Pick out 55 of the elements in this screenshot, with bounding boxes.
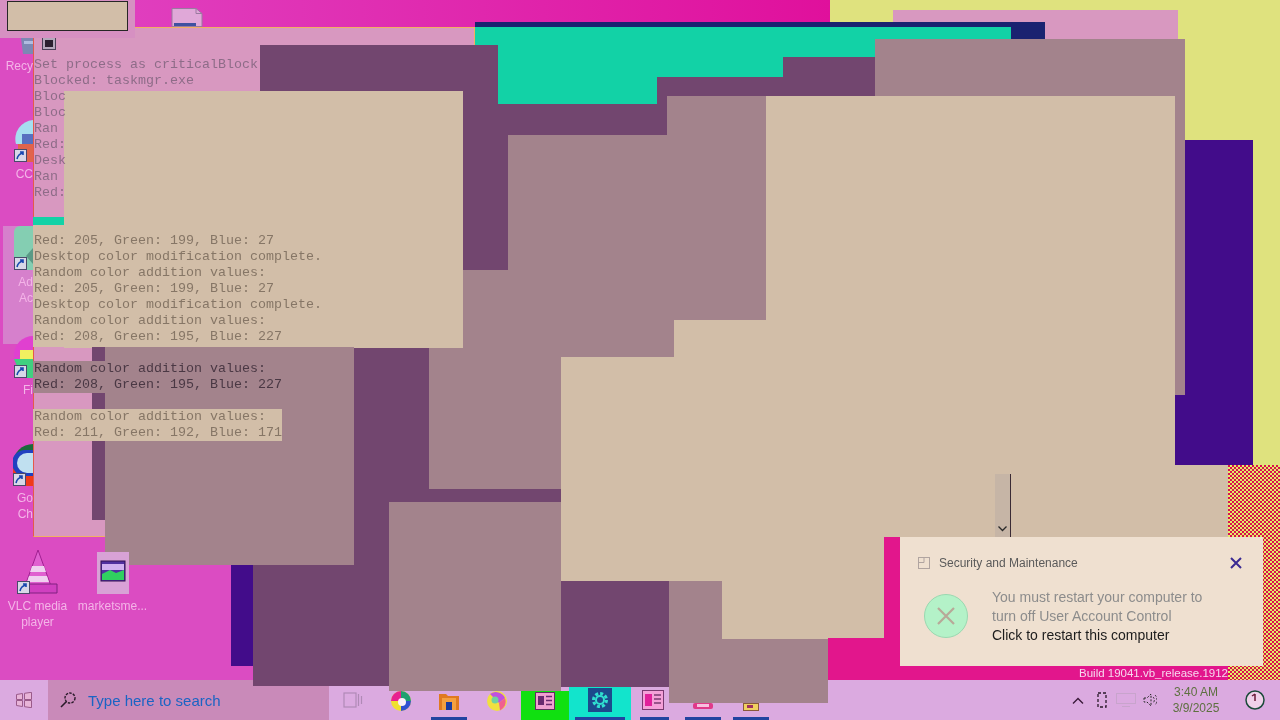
taskbar-button[interactable] — [521, 691, 569, 720]
close-icon — [1230, 557, 1242, 569]
chevron-up-icon — [1072, 696, 1084, 704]
ring-icon — [391, 691, 411, 711]
notification-toast[interactable]: Security and Maintenance You must restart your computer to turn off User Account Control Click to restart this computer — [900, 537, 1263, 666]
document-icon[interactable] — [170, 8, 204, 27]
console-line: Red: 208, Green: 195, Blue: 227 — [34, 377, 282, 393]
rectangles-icon — [343, 692, 363, 708]
console-line: Red: 205, Green: 199, Blue: 27 — [34, 281, 274, 297]
notification-message: You must restart your computer to turn off User Account Control — [992, 588, 1204, 626]
speaker-icon — [1143, 693, 1157, 707]
scrollbar[interactable] — [995, 474, 1011, 537]
console-line: Red: 211, Green: 192, Blue: 171 — [34, 425, 282, 441]
console-line: Bloc — [34, 89, 66, 105]
bar-icon — [693, 703, 713, 709]
build-text: Build 19041.vb_release.1912 — [1079, 667, 1228, 680]
restart-link[interactable]: Click to restart this computer — [992, 626, 1170, 645]
console-line: Red: — [34, 185, 66, 201]
bar-icon — [743, 703, 759, 711]
console-line: Red: 208, Green: 195, Blue: 227 — [34, 329, 282, 345]
ball-icon — [487, 691, 507, 711]
console-line: Bloc — [34, 105, 66, 121]
notification-title: Security and Maintenance — [939, 556, 1079, 570]
console-line: Desktop color modification complete. — [34, 249, 322, 265]
console-line: Blocked: taskmgr.exe — [34, 73, 194, 89]
desktop-icon[interactable]: VLC media player — [0, 550, 75, 630]
console-line: Desk — [34, 153, 66, 169]
console-line: Random color addition values: — [34, 409, 266, 425]
chevron-down-icon — [998, 526, 1007, 532]
console-line: Red: — [34, 137, 66, 153]
dashed-frame-icon — [1097, 692, 1107, 708]
console-line: Random color addition values: — [34, 265, 266, 281]
window-icon — [535, 692, 555, 710]
console-line: Desktop color modification complete. — [34, 297, 322, 313]
circle-icon — [1245, 690, 1265, 710]
desktop-icon[interactable]: Go Ch — [0, 442, 33, 522]
search-icon — [60, 692, 76, 708]
console-line: Ran — [34, 121, 58, 137]
desktop-icon[interactable]: Recy — [0, 38, 33, 74]
clock[interactable]: 3:40 AM 3/9/2025 — [1162, 680, 1230, 720]
desktop-icon[interactable]: marketsme... — [75, 550, 150, 614]
window-icon — [642, 690, 664, 710]
taskbar-button[interactable] — [569, 687, 631, 720]
console-line: Random color addition values: — [34, 313, 266, 329]
console-line: Random color addition values: — [34, 361, 266, 377]
settings-icon — [588, 688, 612, 712]
x-circle-icon — [924, 594, 968, 638]
console-line: Ran — [34, 169, 58, 185]
square-icon — [918, 557, 930, 569]
desktop-icon[interactable]: CC — [0, 118, 33, 182]
console-line: Set process as criticalBlock — [34, 57, 258, 73]
close-button[interactable] — [1229, 556, 1243, 570]
console-line: Red: 205, Green: 199, Blue: 27 — [34, 233, 274, 249]
squares-icon — [16, 692, 32, 708]
folder-icon — [439, 692, 459, 710]
